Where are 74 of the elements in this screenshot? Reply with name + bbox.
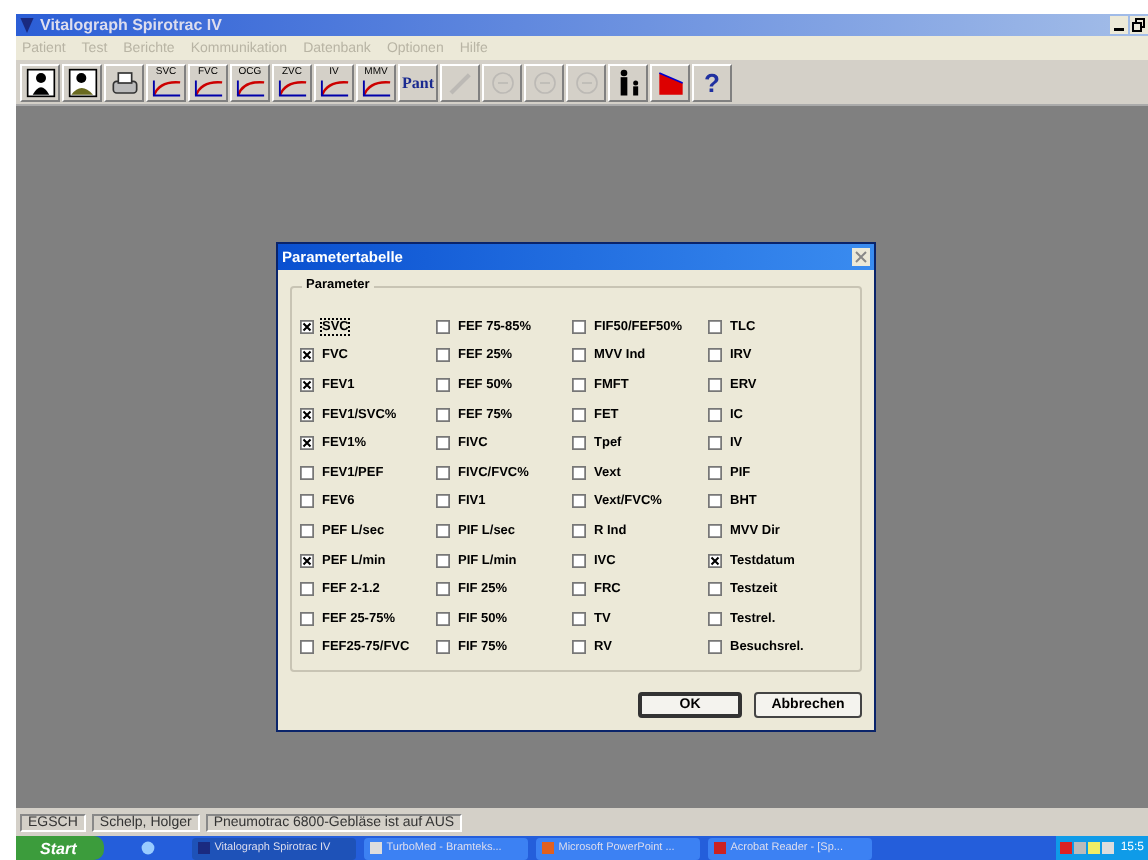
toolbar-button[interactable]: [608, 63, 648, 101]
checkbox[interactable]: [300, 407, 314, 422]
dial-icon: [487, 67, 517, 97]
checkbox[interactable]: [436, 407, 450, 422]
checkbox[interactable]: [300, 377, 314, 392]
curve-icon: [151, 77, 181, 97]
checkbox[interactable]: [708, 436, 722, 451]
checkbox[interactable]: [708, 494, 722, 509]
toolbar-button[interactable]: [20, 63, 60, 101]
checkbox[interactable]: [300, 319, 314, 334]
bar-chart-icon: [655, 67, 685, 97]
toolbar-button[interactable]: [62, 63, 102, 101]
dial-icon: [571, 67, 601, 97]
printer-icon: [109, 67, 139, 97]
checkbox[interactable]: [708, 582, 722, 597]
app-logo-icon: [20, 17, 34, 33]
checkbox[interactable]: [572, 640, 586, 655]
checkbox[interactable]: [572, 465, 586, 480]
checkbox[interactable]: [572, 611, 586, 626]
checkbox[interactable]: [572, 377, 586, 392]
checkbox[interactable]: [436, 640, 450, 655]
checkbox[interactable]: [436, 523, 450, 538]
checkbox[interactable]: [708, 348, 722, 363]
checkbox[interactable]: [436, 494, 450, 509]
curve-icon: [277, 77, 307, 97]
toolbar-button[interactable]: [104, 63, 144, 101]
checkbox[interactable]: [708, 611, 722, 626]
curve-icon: [361, 77, 391, 97]
toolbar-button[interactable]: ?: [692, 63, 732, 101]
close-button[interactable]: [852, 248, 870, 266]
person-card-icon: [67, 67, 97, 97]
checkbox[interactable]: [436, 611, 450, 626]
checkbox[interactable]: [300, 611, 314, 626]
browser-icon[interactable]: [140, 840, 157, 856]
checkbox[interactable]: [436, 582, 450, 597]
curve-icon: [319, 77, 349, 97]
checkbox[interactable]: [708, 553, 722, 568]
checkbox[interactable]: [708, 407, 722, 422]
window-title: Vitalograph Spirotrac IV: [40, 16, 222, 34]
checkbox[interactable]: [436, 377, 450, 392]
checkbox[interactable]: [572, 407, 586, 422]
checkbox[interactable]: [300, 348, 314, 363]
checkbox[interactable]: [300, 553, 314, 568]
checkbox[interactable]: [300, 582, 314, 597]
checkbox[interactable]: [300, 523, 314, 538]
toolbar-button[interactable]: Pant: [398, 63, 438, 101]
checkbox[interactable]: [572, 582, 586, 597]
checkbox[interactable]: [436, 465, 450, 480]
checkbox[interactable]: [708, 319, 722, 334]
checkbox[interactable]: [572, 494, 586, 509]
person-icon: [25, 67, 55, 97]
checkbox[interactable]: [436, 553, 450, 568]
checkbox[interactable]: [572, 523, 586, 538]
dial-icon: [529, 67, 559, 97]
checkbox[interactable]: [300, 465, 314, 480]
minimize-button[interactable]: [1110, 16, 1128, 34]
checkbox[interactable]: [572, 553, 586, 568]
checkbox[interactable]: [708, 465, 722, 480]
checkbox[interactable]: [708, 640, 722, 655]
restore-button[interactable]: [1130, 16, 1148, 34]
checkbox[interactable]: [300, 640, 314, 655]
checkbox[interactable]: [572, 436, 586, 451]
checkbox[interactable]: [708, 377, 722, 392]
curve-icon: [193, 77, 223, 97]
checkbox[interactable]: [300, 436, 314, 451]
checkbox[interactable]: [708, 523, 722, 538]
checkbox[interactable]: [436, 436, 450, 451]
checkbox[interactable]: [572, 348, 586, 363]
checkbox[interactable]: [572, 319, 586, 334]
curve-icon: [235, 77, 265, 97]
toolbar-button[interactable]: [650, 63, 690, 101]
checkbox[interactable]: [300, 494, 314, 509]
checkbox[interactable]: [436, 319, 450, 334]
checkbox[interactable]: [436, 348, 450, 363]
